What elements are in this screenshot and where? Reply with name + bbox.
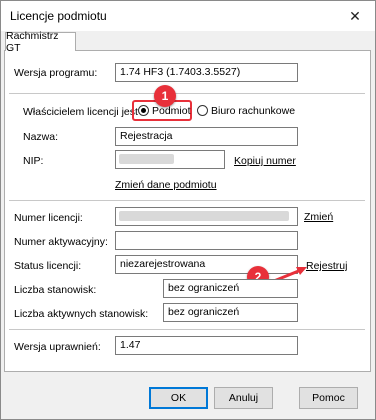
liczba-aktywnych-stanowisk-label: Liczba aktywnych stanowisk:	[14, 308, 149, 320]
cancel-button[interactable]: Anuluj	[214, 387, 273, 409]
nip-label: NIP:	[23, 155, 44, 167]
radio-biuro-label[interactable]: Biuro rachunkowe	[211, 105, 295, 117]
liczba-stanowisk-field: bez ograniczeń	[163, 279, 298, 298]
help-button[interactable]: Pomoc	[299, 387, 358, 409]
numer-licencji-label: Numer licencji:	[14, 212, 83, 224]
radio-podmiot-label[interactable]: Podmiot	[152, 105, 191, 117]
numer-aktywacyjny-field[interactable]	[115, 231, 298, 250]
nip-field[interactable]	[115, 150, 225, 169]
wersja-uprawnien-label: Wersja uprawnień:	[14, 341, 101, 353]
step-marker-1: 1	[154, 85, 176, 107]
close-icon[interactable]: ✕	[335, 1, 375, 31]
redacted-nip	[119, 154, 174, 164]
licencje-dialog: Licencje podmiotu ✕ Rachmistrz GT Wersja…	[0, 0, 376, 420]
wersja-uprawnien-field: 1.47	[115, 336, 298, 355]
wersja-programu-label: Wersja programu:	[14, 67, 98, 79]
title-bar: Licencje podmiotu ✕	[1, 1, 375, 31]
separator	[9, 200, 365, 201]
numer-aktywacyjny-label: Numer aktywacyjny:	[14, 236, 108, 248]
zmien-dane-podmiotu-link[interactable]: Zmień dane podmiotu	[115, 179, 217, 191]
nazwa-label: Nazwa:	[23, 131, 59, 143]
radio-biuro-rachunkowe[interactable]	[197, 105, 208, 116]
redacted-numer-licencji	[119, 211, 289, 221]
ok-button[interactable]: OK	[149, 387, 208, 409]
kopiuj-numer-link[interactable]: Kopiuj numer	[234, 155, 296, 167]
liczba-aktywnych-stanowisk-field: bez ograniczeń	[163, 303, 298, 322]
status-licencji-label: Status licencji:	[14, 260, 82, 272]
radio-podmiot[interactable]	[138, 105, 149, 116]
wlasciciel-label: Właścicielem licencji jest	[23, 106, 138, 118]
liczba-stanowisk-label: Liczba stanowisk:	[14, 284, 97, 296]
wersja-programu-field: 1.74 HF3 (1.7403.3.5527)	[115, 63, 298, 82]
nazwa-field[interactable]: Rejestracja	[115, 127, 298, 146]
zmien-link[interactable]: Zmień	[304, 211, 333, 223]
separator	[9, 329, 365, 330]
window-title: Licencje podmiotu	[10, 9, 107, 23]
numer-licencji-field	[115, 207, 298, 226]
separator	[9, 93, 365, 94]
tab-rachmistrz-gt[interactable]: Rachmistrz GT	[5, 30, 76, 54]
